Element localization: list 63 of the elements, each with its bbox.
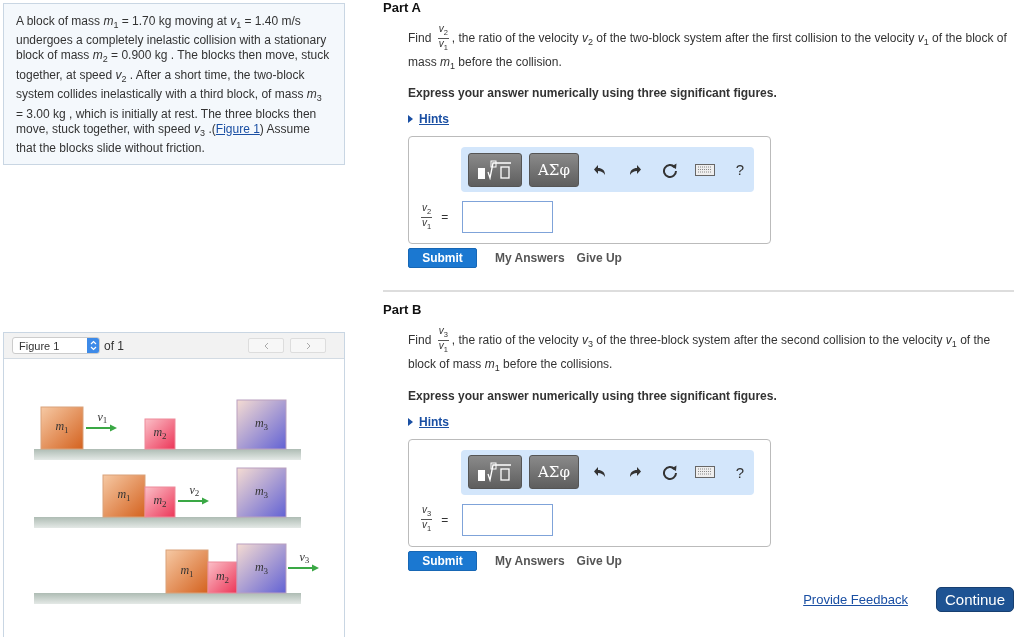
block bbox=[40, 406, 84, 450]
give-up-link[interactable]: Give Up bbox=[576, 251, 622, 266]
answer-label: v$_{2}$ v$_{1}$ bbox=[421, 202, 433, 232]
figure-count: of 1 bbox=[104, 338, 124, 353]
problem-text: A block of mass m$_{1}$ = 1.70 kg moving at v$_{1}$ = 1.40 m/s undergoes a completely inelastic collision with a stationary block of mass m$_{2}$ = 0.900 kg . The blocks then move, stuck together, at speed v$_{2}$ . After a short time, the two-block system collides inelastically with a third block, of mass m$_{3}$ = 3.00 kg , which is initially at rest. The three blocks then move, stuck together, with speed v$_{3}$ .(Figure 1) Assume that the blocks slide without friction. bbox=[3, 3, 345, 165]
caret-icon bbox=[408, 115, 413, 124]
hints-link[interactable]: Hints bbox=[419, 414, 449, 429]
velocity-arrow bbox=[85, 424, 117, 432]
block-label: m$_{3}$ bbox=[254, 415, 269, 432]
help-button[interactable]: ? bbox=[726, 463, 755, 481]
block-label: m$_{3}$ bbox=[254, 483, 269, 500]
instruction-text: Express your answer numerically using three significant figures. bbox=[408, 86, 778, 101]
keyboard-icon[interactable] bbox=[695, 163, 715, 176]
answer-field[interactable] bbox=[462, 201, 554, 234]
answer-field[interactable] bbox=[462, 503, 554, 536]
chevron-right-icon bbox=[305, 341, 311, 350]
templates-icon bbox=[477, 159, 513, 180]
chevron-left-icon bbox=[263, 341, 269, 350]
reset-icon[interactable] bbox=[662, 464, 678, 481]
block bbox=[144, 418, 176, 450]
block bbox=[144, 486, 176, 518]
velocity-arrow bbox=[177, 497, 209, 505]
figure-select[interactable]: Figure 1 bbox=[12, 337, 100, 354]
symbols-button[interactable]: ΑΣφ bbox=[529, 152, 579, 187]
up-down-chevron-icon bbox=[89, 340, 97, 351]
hints-link[interactable]: Hints bbox=[419, 112, 449, 127]
block bbox=[165, 549, 209, 594]
templates-icon bbox=[477, 462, 513, 483]
block bbox=[236, 467, 287, 518]
answer-label: v$_{3}$ v$_{1}$ bbox=[421, 505, 433, 535]
block-label: m$_{1}$ bbox=[55, 419, 69, 435]
block-label: m$_{1}$ bbox=[180, 562, 194, 579]
keyboard-icon[interactable] bbox=[695, 466, 715, 479]
block bbox=[236, 399, 287, 450]
velocity-arrow bbox=[287, 564, 319, 572]
block-label: m$_{2}$ bbox=[215, 568, 230, 585]
block-label: m$_{2}$ bbox=[153, 493, 167, 509]
block-label: m$_{1}$ bbox=[117, 487, 131, 503]
my-answers-link[interactable]: My Answers bbox=[495, 251, 565, 266]
block-label: m$_{2}$ bbox=[153, 425, 167, 441]
block-label: m$_{3}$ bbox=[254, 559, 269, 576]
reset-icon[interactable] bbox=[662, 161, 678, 178]
velocity-label: v$_{1}$ bbox=[97, 410, 108, 425]
instruction-text: Express your answer numerically using three significant figures. bbox=[408, 388, 778, 403]
velocity-label: v$_{2}$ bbox=[189, 483, 200, 498]
feedback-link[interactable]: Provide Feedback bbox=[803, 591, 908, 607]
velocity-label: v$_{3}$ bbox=[299, 550, 310, 565]
continue-button[interactable]: Continue bbox=[935, 586, 1014, 612]
equals-sign: = bbox=[441, 512, 449, 527]
figure-link[interactable]: Figure 1 bbox=[215, 121, 260, 136]
caret-icon bbox=[408, 417, 413, 426]
help-button[interactable]: ? bbox=[726, 161, 755, 179]
my-answers-link[interactable]: My Answers bbox=[495, 553, 565, 568]
part-title: Part B bbox=[383, 302, 423, 319]
give-up-link[interactable]: Give Up bbox=[576, 553, 622, 568]
templates-button[interactable] bbox=[468, 455, 522, 490]
submit-button[interactable]: Submit bbox=[408, 248, 477, 269]
submit-button[interactable]: Submit bbox=[408, 550, 477, 571]
part-title: Part A bbox=[383, 0, 422, 16]
templates-button[interactable] bbox=[468, 152, 522, 187]
symbols-button[interactable]: ΑΣφ bbox=[529, 455, 579, 490]
block bbox=[102, 474, 146, 518]
equals-sign: = bbox=[441, 210, 449, 225]
